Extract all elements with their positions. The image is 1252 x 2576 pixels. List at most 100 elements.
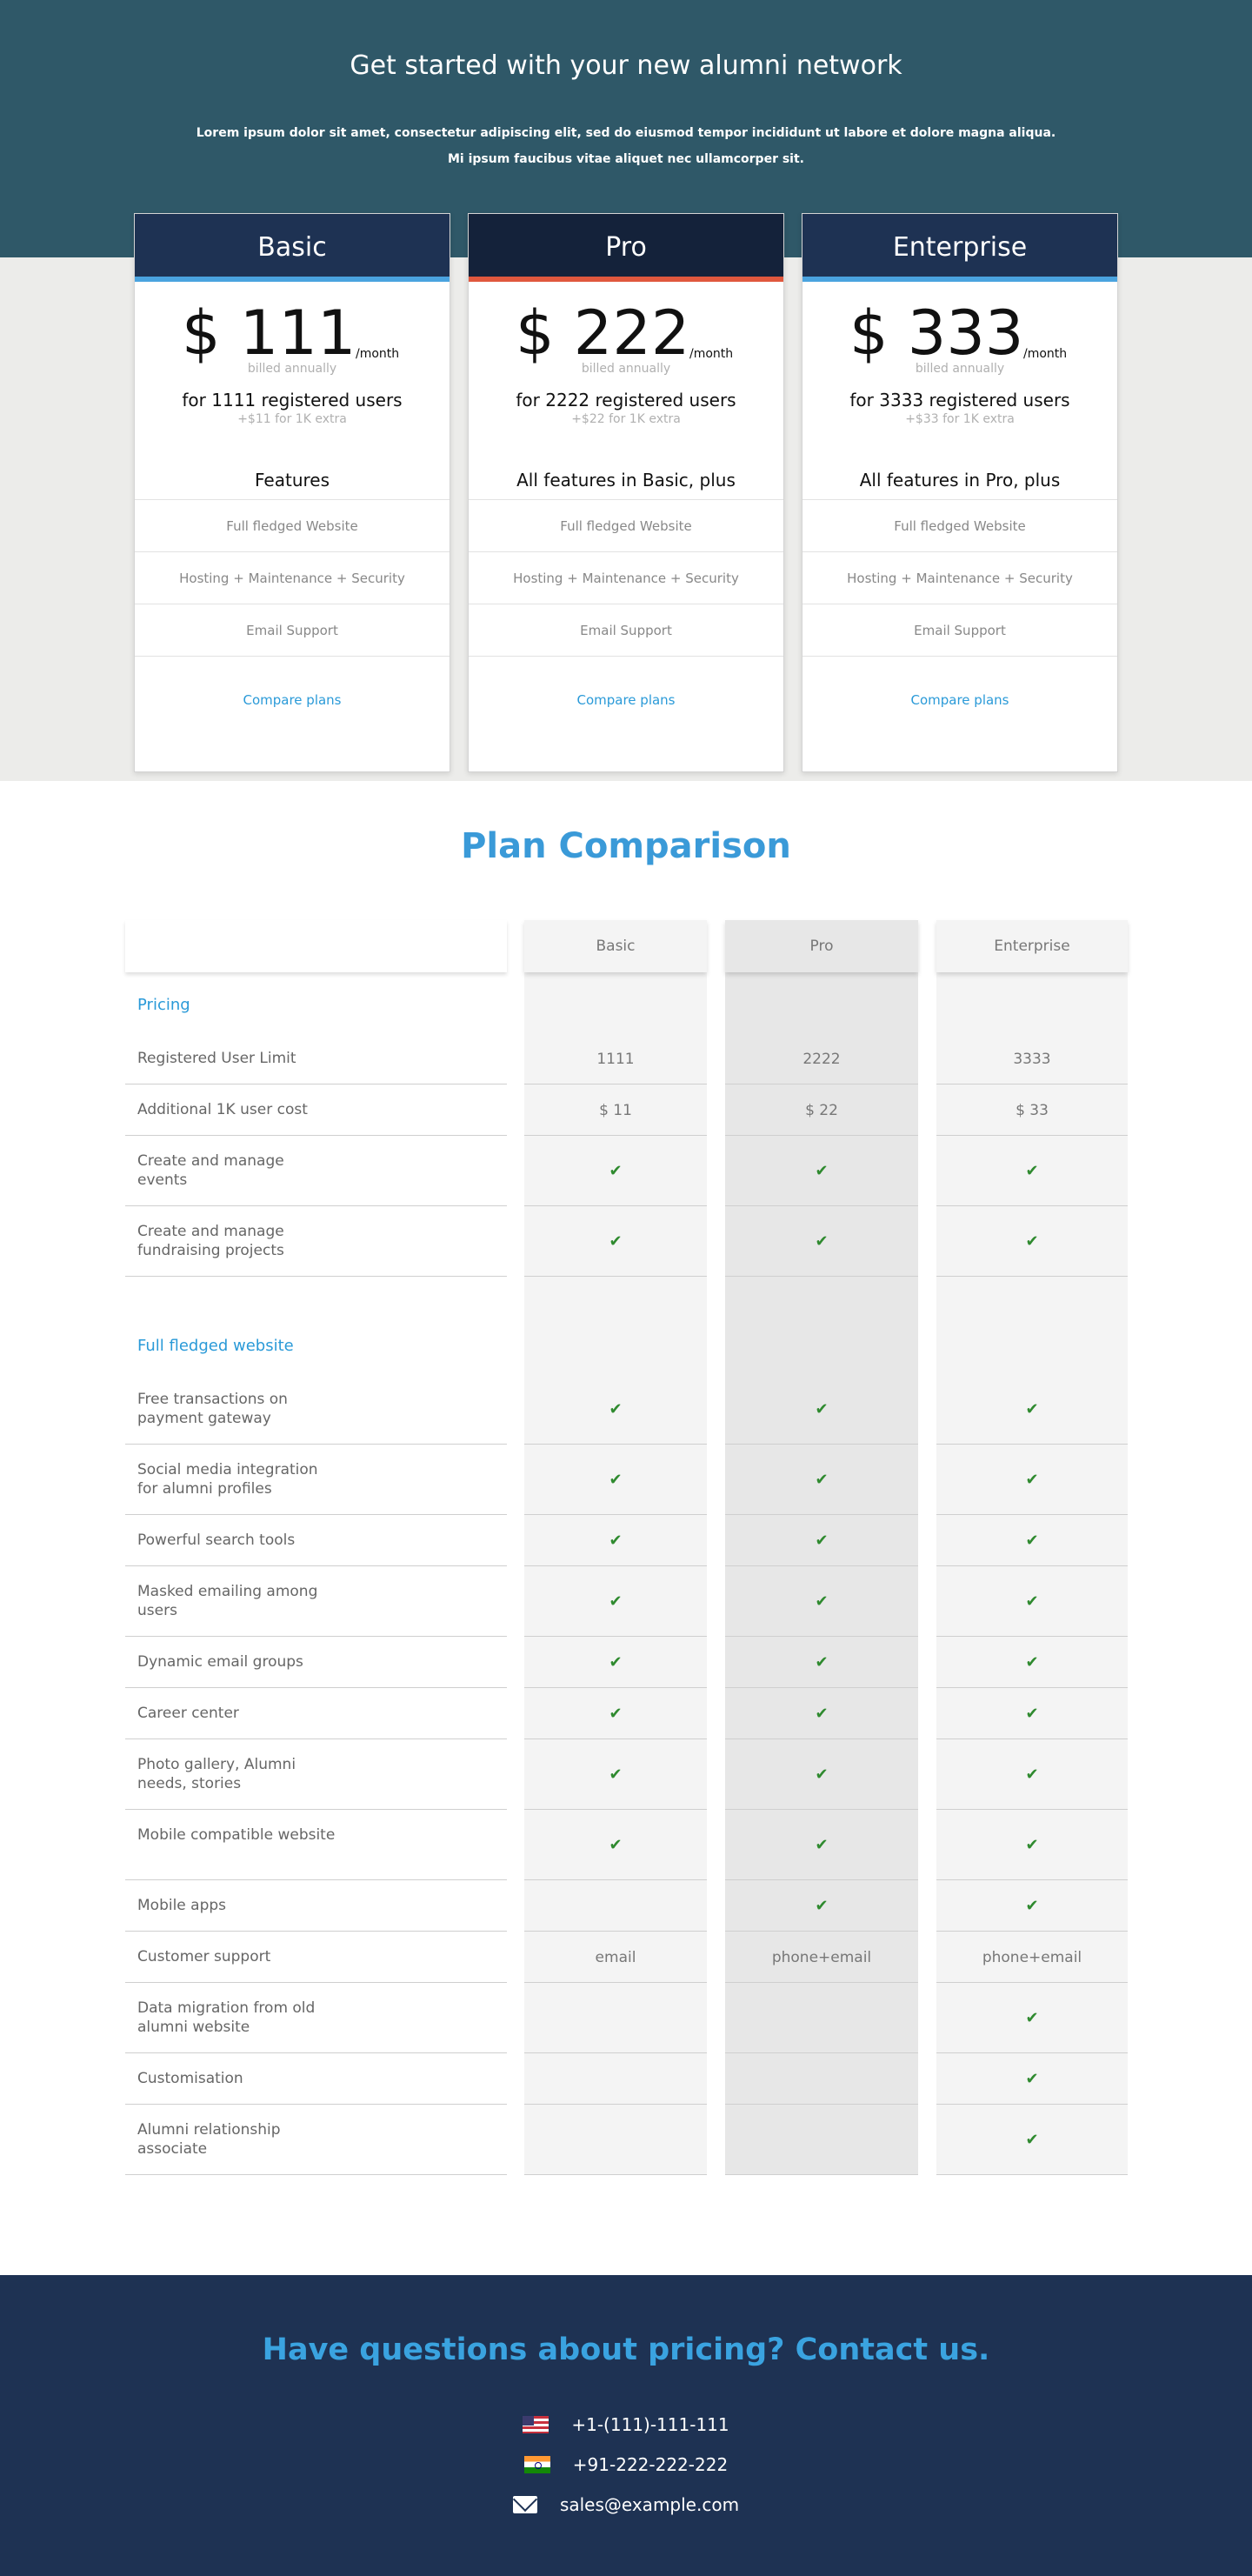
cell-value (725, 2105, 918, 2175)
cell-value (725, 1983, 918, 2053)
cell-value (524, 2105, 707, 2175)
hero-subtitle-line-2: Mi ipsum faucibus vitae aliquet nec ulla… (447, 152, 804, 166)
row-divider (524, 2174, 707, 2175)
plan-extra-cost: +$22 for 1K extra (571, 412, 681, 426)
plan-card-basic: Basic $ 111 /month billed annually for 1… (134, 213, 450, 772)
check-icon: ✔ (1025, 2131, 1039, 2149)
table-row: Social media integration for alumni prof… (125, 1445, 1128, 1515)
table-row: Additional 1K user cost $ 11 $ 22 $ 33 (125, 1084, 1128, 1136)
cell-value: phone+email (982, 1948, 1082, 1966)
column-header-basic: Basic (524, 920, 707, 972)
plan-name: Basic (135, 214, 450, 282)
row-label: Customer support (137, 1948, 271, 1965)
plan-card-enterprise: Enterprise $ 333 /month billed annually … (802, 213, 1118, 772)
plan-period: /month (689, 347, 734, 361)
footer-title: Have questions about pricing? Contact us… (262, 2332, 990, 2367)
row-label: Create and manage fundraising projects (137, 1223, 284, 1259)
plan-price: $ 333 (849, 297, 1024, 369)
cell-value: phone+email (771, 1948, 872, 1966)
cell-value: 2222 (802, 1050, 841, 1068)
plan-card-pro: Pro $ 222 /month billed annually for 222… (468, 213, 784, 772)
check-icon: ✔ (815, 1897, 829, 1915)
plan-extra-cost: +$11 for 1K extra (237, 412, 347, 426)
plan-period: /month (356, 347, 400, 361)
check-icon: ✔ (609, 1836, 623, 1854)
plan-users: for 2222 registered users (516, 390, 736, 410)
row-label: Mobile apps (137, 1897, 227, 1914)
us-flag-icon (523, 2416, 549, 2433)
cell-value: 3333 (1013, 1050, 1051, 1068)
row-divider (936, 2174, 1128, 2175)
mail-icon (512, 2496, 537, 2513)
phone-india[interactable]: +91-222-222-222 (573, 2454, 728, 2475)
row-label: Free transactions on payment gateway (137, 1391, 288, 1427)
row-label: Mobile compatible website (137, 1826, 336, 1844)
row-divider (725, 1276, 918, 1277)
row-label: Social media integration for alumni prof… (137, 1461, 318, 1498)
check-icon: ✔ (815, 1705, 829, 1723)
check-icon: ✔ (609, 1705, 623, 1723)
check-icon: ✔ (609, 1532, 623, 1550)
cell-value (524, 2053, 707, 2105)
phone-us[interactable]: +1-(111)-111-111 (571, 2414, 729, 2435)
plan-users: for 3333 registered users (849, 390, 1070, 410)
feature-item: Full fledged Website (469, 499, 783, 551)
contact-footer: Have questions about pricing? Contact us… (0, 2275, 1252, 2576)
row-divider (936, 1276, 1128, 1277)
table-row: Create and manage fundraising projects ✔ ✔… (125, 1206, 1128, 1277)
row-label: Powerful search tools (137, 1532, 296, 1549)
check-icon: ✔ (1025, 2009, 1039, 2027)
contact-email: sales@example.com (0, 2494, 1252, 2515)
table-row: Customer support email phone+email phone+em… (125, 1932, 1128, 1983)
cell-value: $ 33 (1016, 1101, 1049, 1119)
check-icon: ✔ (1025, 1705, 1039, 1723)
check-icon: ✔ (815, 1162, 829, 1180)
email-address[interactable]: sales@example.com (560, 2494, 739, 2515)
check-icon: ✔ (1025, 2070, 1039, 2088)
compare-plans-link[interactable]: Compare plans (802, 656, 1117, 743)
plan-name: Pro (469, 214, 783, 282)
check-icon: ✔ (815, 1836, 829, 1854)
feature-item: Email Support (802, 604, 1117, 656)
check-icon: ✔ (815, 1532, 829, 1550)
compare-plans-link[interactable]: Compare plans (469, 656, 783, 743)
table-row: Customisation ✔ (125, 2053, 1128, 2105)
india-flag-icon (523, 2456, 550, 2473)
row-label: Masked emailing among users (137, 1583, 318, 1619)
table-row: Create and manage events ✔ ✔ ✔ (125, 1136, 1128, 1206)
check-icon: ✔ (1025, 1232, 1039, 1251)
plan-name: Enterprise (802, 214, 1117, 282)
table-row: Powerful search tools ✔ ✔ ✔ (125, 1515, 1128, 1566)
check-icon: ✔ (609, 1162, 623, 1180)
check-icon: ✔ (609, 1232, 623, 1251)
feature-item: Hosting + Maintenance + Security (802, 551, 1117, 604)
check-icon: ✔ (815, 1765, 829, 1784)
features-title: All features in Pro, plus (859, 470, 1061, 491)
cell-value (524, 1880, 707, 1932)
plan-price: $ 222 (516, 297, 690, 369)
check-icon: ✔ (609, 1592, 623, 1611)
row-label: Registered User Limit (137, 1050, 296, 1067)
row-label: Photo gallery, Alumni needs, stories (137, 1756, 296, 1792)
compare-plans-link[interactable]: Compare plans (135, 656, 450, 743)
table-row: Mobile compatible website ✔ ✔ ✔ (125, 1810, 1128, 1880)
row-label: Customisation (137, 2070, 243, 2087)
check-icon: ✔ (815, 1232, 829, 1251)
column-header-pro: Pro (725, 920, 918, 972)
hero-subtitle: Lorem ipsum dolor sit amet, consectetur … (0, 120, 1252, 172)
row-label: Data migration from old alumni website (137, 1999, 316, 2036)
table-row: Data migration from old alumni website ✔ (125, 1983, 1128, 2053)
cell-value: $ 22 (805, 1101, 838, 1119)
plan-period: /month (1023, 347, 1068, 361)
plan-extra-cost: +$33 for 1K extra (905, 412, 1015, 426)
row-label: Create and manage events (137, 1152, 284, 1189)
feature-list: Full fledged Website Hosting + Maintenan… (802, 499, 1117, 656)
section-label: Pricing (137, 996, 190, 1014)
check-icon: ✔ (1025, 1653, 1039, 1672)
feature-item: Hosting + Maintenance + Security (135, 551, 450, 604)
row-divider (125, 1276, 507, 1277)
check-icon: ✔ (1025, 1162, 1039, 1180)
row-label: Dynamic email groups (137, 1653, 303, 1671)
check-icon: ✔ (815, 1592, 829, 1611)
check-icon: ✔ (1025, 1400, 1039, 1418)
